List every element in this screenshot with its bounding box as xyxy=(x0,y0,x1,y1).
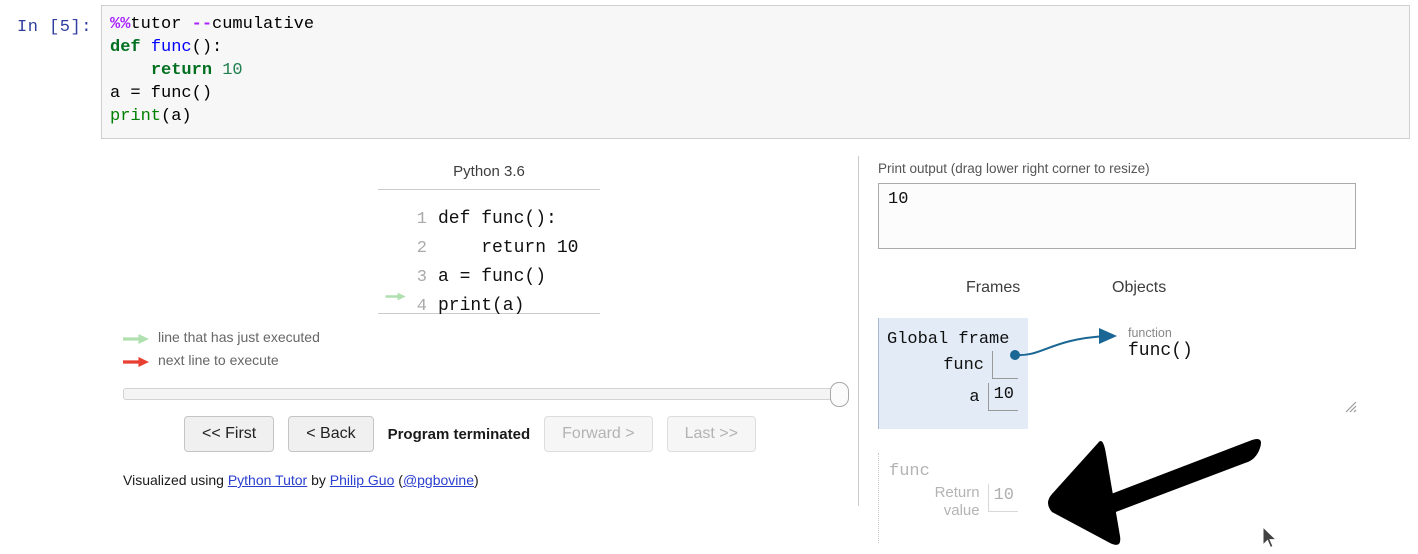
legend-row: line that has just executed xyxy=(123,326,320,349)
jupyter-input-cell: In [5]: %%tutor --cumulative def func():… xyxy=(0,0,1418,148)
line-arrow-cell xyxy=(378,281,411,310)
author-link[interactable]: Philip Guo xyxy=(330,472,395,488)
variable-row: func xyxy=(879,349,1028,381)
credits-close-paren: ) xyxy=(473,472,479,488)
forward-button[interactable]: Forward > xyxy=(544,416,653,452)
line-source: return 10 xyxy=(438,238,579,258)
code-token: cumulative xyxy=(212,15,315,34)
line-number: 4 xyxy=(416,297,427,316)
slider-track[interactable] xyxy=(123,388,849,400)
print-output-textarea[interactable]: 10 xyxy=(878,183,1356,249)
last-button[interactable]: Last >> xyxy=(666,416,756,452)
line-arrow-cell xyxy=(378,194,411,223)
returned-frame-func: func Return value 10 xyxy=(878,453,1028,543)
variable-pointer-slot xyxy=(992,351,1018,379)
heap-object-function: function func() xyxy=(1128,326,1193,362)
global-frame-title: Global frame xyxy=(887,330,1010,349)
variable-name: a xyxy=(969,387,980,407)
global-frame: Global frame func a 10 xyxy=(878,318,1028,429)
code-token: (a) xyxy=(161,107,192,126)
legend-label: next line to execute xyxy=(158,352,279,368)
variable-name: func xyxy=(943,355,984,375)
code-token: func xyxy=(150,38,192,57)
cell-execution-prompt: In [5]: xyxy=(17,18,92,37)
variable-row: a 10 xyxy=(879,381,1028,413)
credits-open-paren: ( xyxy=(394,472,403,488)
code-token: tutor xyxy=(130,15,192,34)
first-button[interactable]: << First xyxy=(184,416,275,452)
language-header: Python 3.6 xyxy=(453,163,525,180)
handle-link[interactable]: @pgbovine xyxy=(403,472,474,488)
resize-grip-icon[interactable] xyxy=(1345,401,1357,413)
line-number: 2 xyxy=(416,239,427,258)
execution-legend: line that has just executed next line to … xyxy=(123,326,320,372)
code-token: print xyxy=(110,107,162,126)
legend-arrow-icon xyxy=(123,332,151,344)
line-source: print(a) xyxy=(438,296,525,316)
python-tutor-link[interactable]: Python Tutor xyxy=(228,472,307,488)
line-number: 3 xyxy=(416,268,427,287)
heap-object-value: func() xyxy=(1128,341,1193,361)
credits-line: Visualized using Python Tutor by Philip … xyxy=(123,472,479,488)
code-token: %% xyxy=(110,15,131,34)
code-editor[interactable]: %%tutor --cumulative def func(): return … xyxy=(101,5,1410,139)
credits-prefix: Visualized using xyxy=(123,472,228,488)
step-controls: << First < Back Program terminated Forwa… xyxy=(184,416,756,452)
legend-arrow-glyph xyxy=(123,333,150,344)
code-token: def xyxy=(110,38,151,57)
line-source: def func(): xyxy=(438,209,557,229)
legend-arrow-glyph xyxy=(123,356,150,367)
execution-status: Program terminated xyxy=(387,425,531,443)
tutor-code-line: 1 def func(): xyxy=(378,194,600,229)
credits-middle: by xyxy=(307,472,330,488)
frames-header: Frames xyxy=(966,279,1021,296)
legend-arrow-icon xyxy=(123,355,151,367)
legend-label: line that has just executed xyxy=(158,329,320,345)
returned-frame-variables: Return value 10 xyxy=(879,481,1028,519)
returned-frame-title: func xyxy=(889,462,930,481)
pane-divider xyxy=(858,156,859,506)
line-number: 1 xyxy=(416,210,427,229)
execution-slider[interactable] xyxy=(123,382,849,407)
code-token: 10 xyxy=(222,61,243,80)
line-arrow-cell xyxy=(378,223,411,252)
line-source: a = func() xyxy=(438,267,547,287)
back-button[interactable]: < Back xyxy=(288,416,374,452)
code-token: (): xyxy=(191,38,223,57)
print-output-label: Print output (drag lower right corner to… xyxy=(878,161,1150,176)
notebook-source-code[interactable]: %%tutor --cumulative def func(): return … xyxy=(102,6,1409,128)
returned-variable-row: Return value 10 xyxy=(879,481,1028,519)
just-executed-arrow-icon xyxy=(385,292,406,301)
variable-value: 10 xyxy=(987,383,1018,411)
returned-variable-name: Return value xyxy=(934,484,980,519)
objects-header: Objects xyxy=(1112,279,1167,296)
slider-handle[interactable] xyxy=(830,382,849,407)
code-token: a = func() xyxy=(110,84,213,103)
returned-variable-value: 10 xyxy=(987,484,1018,512)
code-token: return xyxy=(150,61,223,80)
tutor-code-lines: 1 def func(): 2 return 10 3 a = func() 4 print… xyxy=(378,189,600,316)
global-frame-variables: func a 10 xyxy=(879,349,1028,413)
legend-row: next line to execute xyxy=(123,349,320,372)
code-token: -- xyxy=(191,15,213,34)
tutor-code-display: Python 3.6 1 def func(): 2 return 10 3 a = f… xyxy=(378,163,600,316)
line-arrow-cell xyxy=(378,252,411,281)
heap-object-type: function xyxy=(1128,326,1172,340)
python-tutor-visualizer: Python 3.6 1 def func(): 2 return 10 3 a = f… xyxy=(0,148,1418,554)
